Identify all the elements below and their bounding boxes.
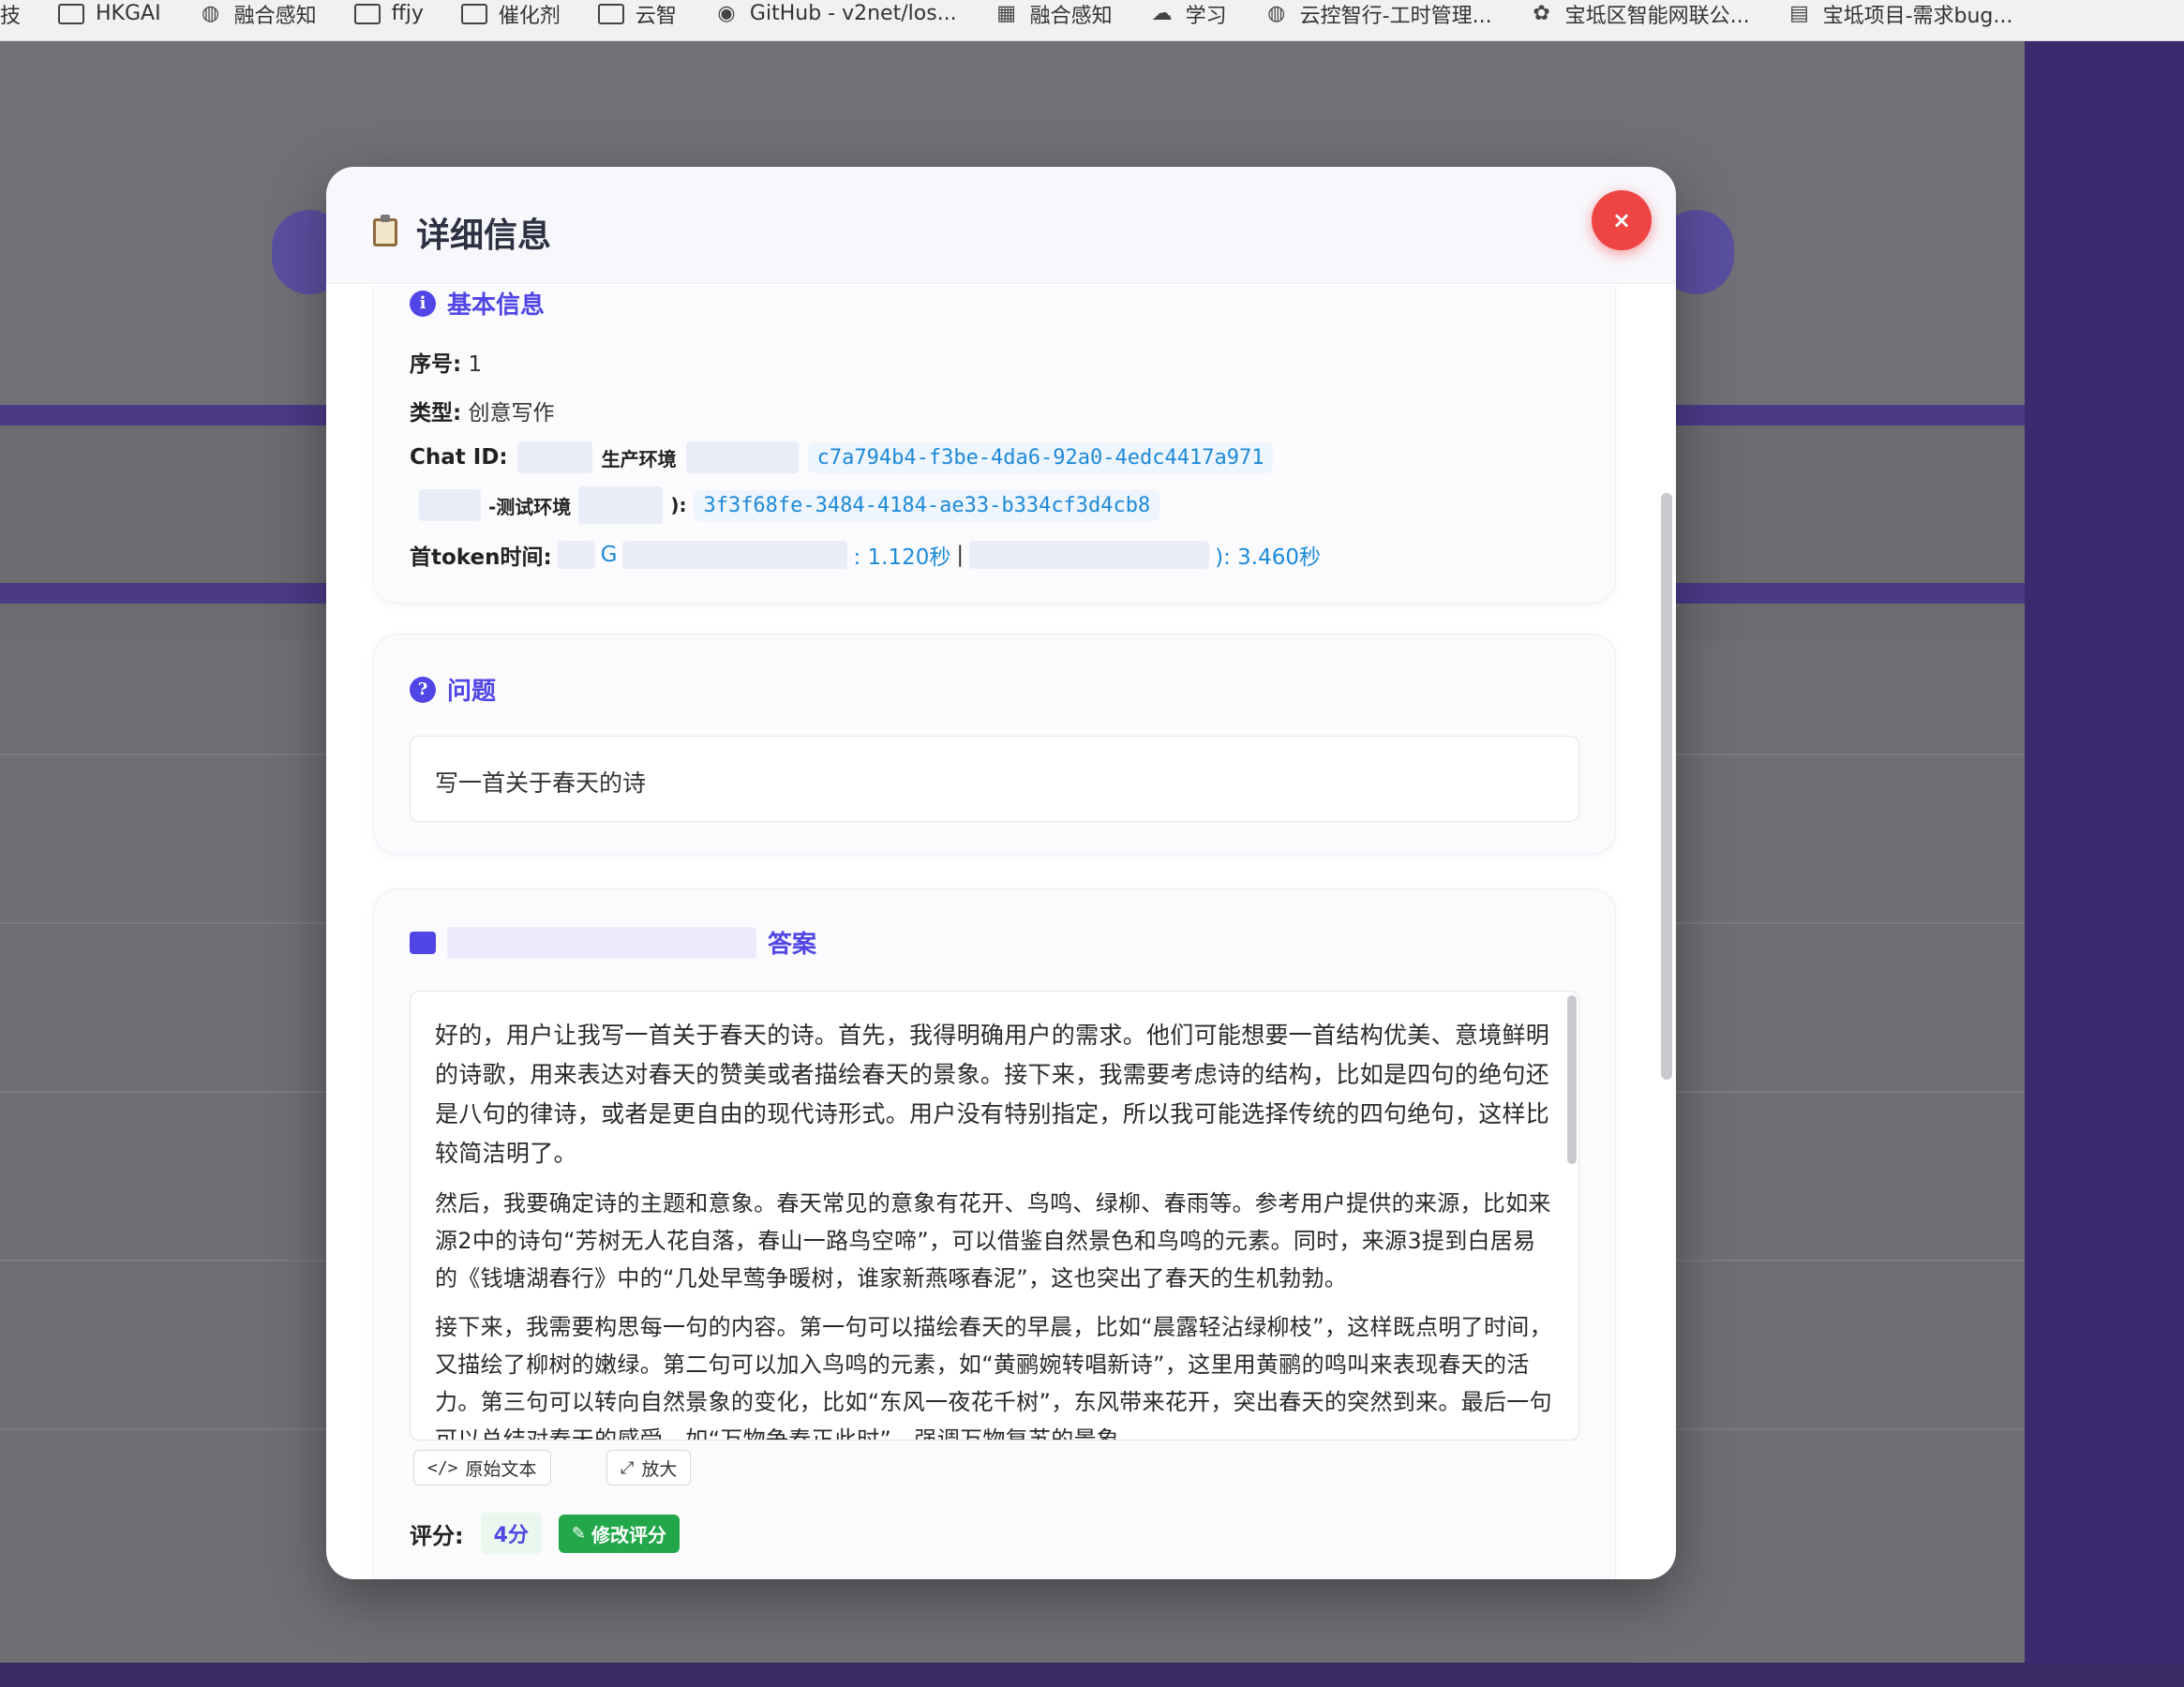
background-footer-band: [0, 1663, 2184, 1687]
edit-icon: ✎: [571, 1523, 587, 1544]
globe-icon: ◍: [1267, 2, 1286, 25]
bookmark-label: 催化剂: [498, 4, 561, 28]
globe-icon: ◍: [201, 2, 220, 25]
redacted-block: [578, 486, 664, 524]
seq-field: 序号: 1: [410, 352, 483, 377]
grid-icon: ▦: [996, 2, 1017, 25]
bookmark-item[interactable]: 催化剂: [460, 0, 561, 29]
comment-icon: [410, 931, 436, 954]
answer-paragraph: 好的，用户让我写一首关于春天的诗。首先，我得明确用户的需求。他们可能想要一首结构…: [435, 1022, 1550, 1167]
bookmark-label: 云控智行-工时管理...: [1299, 4, 1492, 28]
first-token-field: 首token时间: G : 1.120秒 | ): 3.460秒: [410, 539, 1321, 571]
answer-paragraph: 接下来，我需要构思每一句的内容。第一句可以描绘春天的早晨，比如“晨露轻沾绿柳枝”…: [435, 1314, 1552, 1441]
cloud-icon: ☁: [1151, 2, 1173, 25]
code-icon: </>: [427, 1457, 458, 1478]
basic-info-section: i 基本信息 序号: 1 类型: 创意写作 Chat ID: 生产环境 c7a7…: [373, 285, 1616, 604]
question-box: 写一首关于春天的诗: [410, 736, 1579, 822]
redacted-block: [516, 441, 592, 473]
bookmark-item[interactable]: ◉ GitHub - v2net/los...: [714, 2, 957, 25]
test-chat-id[interactable]: 3f3f68fe-3484-4184-ae33-b334cf3d4cb8: [694, 489, 1160, 521]
type-field: 类型: 创意写作: [410, 401, 555, 425]
basic-info-title: i 基本信息: [410, 286, 545, 321]
raw-text-button[interactable]: </> 原始文本: [413, 1450, 551, 1485]
answer-title: 答案: [410, 925, 816, 960]
redacted-block: [622, 541, 848, 569]
answer-paragraph: 然后，我要确定诗的主题和意象。春天常见的意象有花开、鸟鸣、绿柳、春雨等。参考用户…: [435, 1190, 1551, 1291]
bookmark-item[interactable]: ▦ 融合感知: [995, 0, 1113, 29]
question-icon: ?: [410, 676, 436, 703]
bookmark-item[interactable]: ◍ 融合感知: [199, 0, 317, 29]
bookmark-label: HKGAI: [96, 2, 161, 25]
score-row: 评分: 4分 ✎ 修改评分: [410, 1513, 681, 1554]
prod-chat-id[interactable]: c7a794b4-f3be-4da6-92a0-4edc4417a971: [807, 441, 1274, 473]
bookmark-label: 技: [0, 4, 22, 28]
redacted-block: [419, 489, 481, 521]
modal-title-text: 详细信息: [416, 216, 552, 255]
answer-scrollbar[interactable]: [1567, 995, 1577, 1164]
bookmark-item[interactable]: ffjy: [353, 2, 424, 25]
modal-scrollbar-thumb[interactable]: [1661, 493, 1672, 1080]
redacted-block: [685, 441, 799, 473]
doc-icon: ▤: [1789, 2, 1809, 25]
first-token-time-2: ): 3.460秒: [1215, 545, 1322, 570]
bookmark-item[interactable]: ▤ 宝坻项目-需求bug...: [1788, 0, 2013, 29]
redacted-block: [969, 541, 1210, 569]
chat-id-field: Chat ID: 生产环境 c7a794b4-f3be-4da6-92a0-4e…: [410, 441, 1274, 473]
question-section: ? 问题 写一首关于春天的诗: [373, 634, 1616, 855]
close-button[interactable]: ×: [1592, 190, 1652, 250]
redacted-block: [447, 926, 756, 959]
modal-header: 详细信息 ×: [326, 167, 1676, 284]
bookmarks-bar: 技 HKGAI ◍ 融合感知 ffjy 催化剂 云智 ◉ GitHub - v2net/los.…: [0, 0, 2184, 41]
gear-icon: ✿: [1533, 2, 1550, 25]
bookmark-item[interactable]: ☁ 学习: [1150, 0, 1227, 29]
folder-icon: [353, 3, 381, 24]
bookmark-label: 宝坻项目-需求bug...: [1822, 4, 2013, 28]
score-label: 评分:: [410, 1522, 464, 1549]
edit-score-button[interactable]: ✎ 修改评分: [558, 1514, 681, 1553]
folder-icon: [597, 3, 624, 24]
score-badge: 4分: [480, 1513, 542, 1554]
prod-env-label: 生产环境: [601, 447, 677, 470]
answer-box[interactable]: 好的，用户让我写一首关于春天的诗。首先，我得明确用户的需求。他们可能想要一首结构…: [410, 991, 1579, 1441]
test-env-label: -测试环境: [488, 495, 572, 518]
folder-icon: [58, 3, 85, 24]
test-chat-id-field: -测试环境 ): 3f3f68fe-3484-4184-ae33-b334cf3…: [419, 486, 1160, 524]
zoom-button[interactable]: ⤢ 放大: [606, 1450, 692, 1485]
bookmark-item[interactable]: HKGAI: [58, 2, 161, 25]
question-title: ? 问题: [410, 672, 496, 707]
bookmark-label: 融合感知: [233, 4, 317, 28]
bookmark-item[interactable]: ✿ 宝坻区智能网联公...: [1530, 0, 1750, 29]
modal-title: 详细信息: [373, 208, 551, 257]
bookmark-label: GitHub - v2net/los...: [749, 2, 957, 25]
bookmark-label: 融合感知: [1029, 4, 1113, 28]
clipboard-icon: [373, 215, 397, 246]
expand-icon: ⤢: [621, 1457, 635, 1478]
bookmark-item[interactable]: 云智: [597, 0, 677, 29]
bookmark-label: 宝坻区智能网联公...: [1564, 4, 1750, 28]
first-token-time-1: : 1.120秒: [853, 545, 951, 570]
bookmark-label: ffjy: [391, 2, 424, 25]
info-icon: i: [410, 290, 436, 317]
bookmark-item[interactable]: 技: [0, 0, 21, 29]
github-icon: ◉: [717, 2, 736, 25]
bookmark-label: 学习: [1185, 4, 1227, 28]
modal-body: i 基本信息 序号: 1 类型: 创意写作 Chat ID: 生产环境 c7a7…: [326, 285, 1676, 1579]
bookmark-label: 云智: [635, 4, 677, 28]
redacted-block: [557, 541, 595, 569]
answer-section: 答案 好的，用户让我写一首关于春天的诗。首先，我得明确用户的需求。他们可能想要一…: [373, 888, 1616, 1579]
folder-icon: [460, 3, 487, 24]
background-sidebar-right: [2025, 41, 2184, 1687]
bookmark-item[interactable]: ◍ 云控智行-工时管理...: [1264, 0, 1492, 29]
detail-modal: 详细信息 × i 基本信息 序号: 1 类型: 创意写作 Chat ID: 生产…: [326, 167, 1676, 1579]
